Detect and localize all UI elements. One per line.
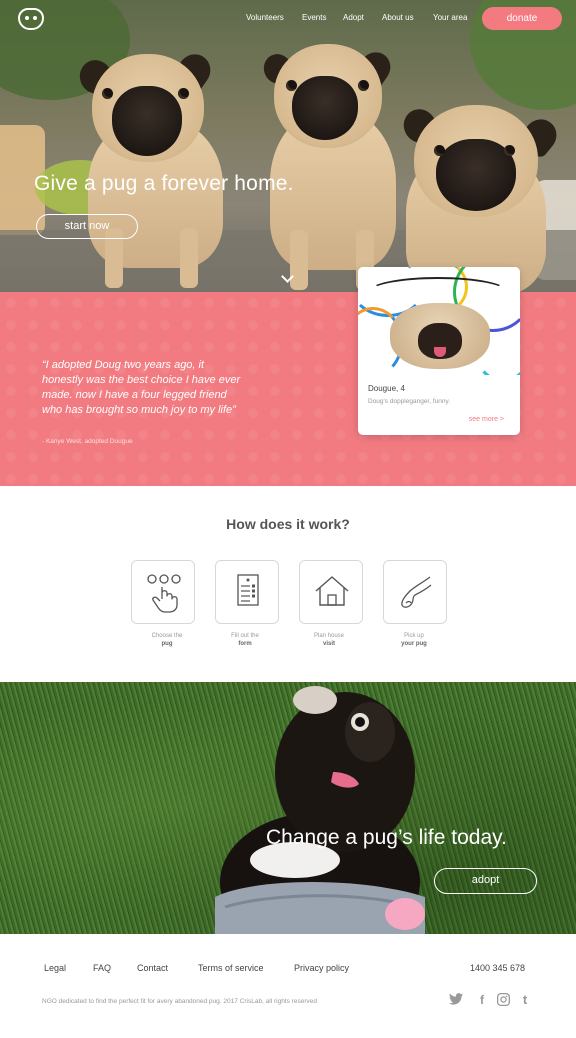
step-label-form: Fill out the form (210, 632, 280, 648)
step-label-line2: form (238, 641, 252, 647)
start-now-button[interactable]: start now (36, 214, 138, 239)
pug-card[interactable]: Dougue, 4 Doug's doppleganger, funny. se… (358, 267, 520, 435)
step-label-line2: pug (161, 641, 173, 647)
house-icon (315, 576, 349, 606)
form-icon (237, 574, 259, 606)
cta-title: Change a pug’s life today. (266, 826, 507, 849)
footer-link-terms[interactable]: Terms of service (198, 963, 264, 973)
step-label-line1: Fill out the (231, 633, 259, 639)
footer-link-contact[interactable]: Contact (137, 963, 168, 973)
step-label-line1: Pick up (404, 633, 424, 639)
instagram-icon[interactable] (496, 993, 510, 1007)
pug-card-description: Doug's doppleganger, funny. (368, 398, 451, 405)
hero-title: Give a pug a forever home. (34, 172, 294, 195)
footer-link-privacy[interactable]: Privacy policy (294, 963, 349, 973)
pug-logo-icon[interactable] (18, 8, 44, 30)
pickup-hand-icon (401, 576, 432, 608)
nav-volunteers[interactable]: Volunteers (246, 13, 284, 22)
donate-button[interactable]: donate (482, 7, 562, 30)
pug-on-grass-image (215, 686, 425, 934)
pug-left-image (70, 47, 240, 292)
pug-card-name: Dougue, 4 (368, 384, 405, 393)
step-label-line2: your pug (401, 641, 427, 647)
step-label-choose: Choose the pug (132, 632, 202, 648)
nav-your-area[interactable]: Your area (433, 13, 467, 22)
tumblr-icon[interactable]: t (518, 993, 532, 1007)
step-label-line1: Plan house (313, 633, 345, 639)
nav-adopt[interactable]: Adopt (343, 13, 364, 22)
step-fill-form[interactable] (215, 560, 279, 624)
step-pick-up[interactable] (383, 560, 447, 624)
facebook-icon[interactable]: f (475, 993, 489, 1007)
step-plan-visit[interactable] (299, 560, 363, 624)
testimonial-quote: “I adopted Doug two years ago, it honest… (42, 359, 241, 416)
nav-about-us[interactable]: About us (382, 13, 414, 22)
footer-link-faq[interactable]: FAQ (93, 963, 111, 973)
pug-right-image (397, 95, 564, 292)
pug-card-image (358, 267, 520, 375)
nav-events[interactable]: Events (302, 13, 326, 22)
footer-link-legal[interactable]: Legal (44, 963, 66, 973)
twitter-icon[interactable] (449, 993, 463, 1007)
hand-tap-icon (147, 574, 181, 613)
step-label-visit: Plan house visit (294, 632, 364, 648)
adopt-button[interactable]: adopt (434, 868, 537, 894)
step-label-pickup: Pick up your pug (379, 632, 449, 648)
phone-number: 1400 345 678 (470, 963, 526, 973)
pug-middle-image (258, 40, 402, 292)
hero-section: Volunteers Events Adopt About us Your ar… (0, 0, 576, 292)
how-it-works-title: How does it work? (226, 516, 350, 532)
see-more-link[interactable]: see more > (469, 416, 504, 423)
step-label-line2: visit (322, 641, 335, 647)
copyright-text: NGO dedicated to find the perfect fit fo… (42, 998, 317, 1005)
testimonial-author: - Kanye West, adopted Dougue (42, 438, 133, 445)
step-label-line1: Choose the (151, 633, 183, 639)
step-choose-pug[interactable] (131, 560, 195, 624)
